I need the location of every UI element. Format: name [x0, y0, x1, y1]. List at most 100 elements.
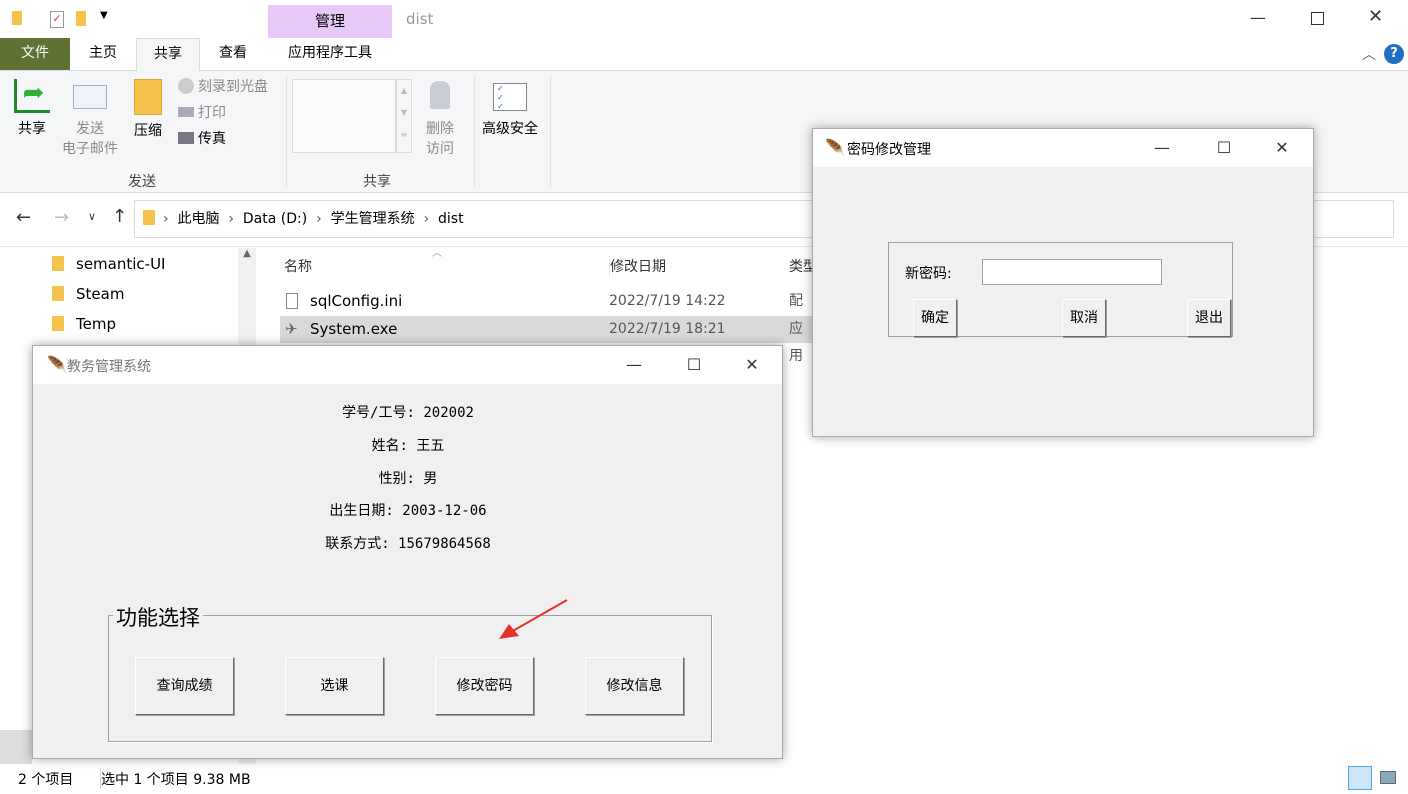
tab-file[interactable]: 文件: [0, 38, 70, 70]
breadcrumb-item[interactable]: dist: [438, 211, 464, 227]
fax-button[interactable]: 传真: [178, 129, 226, 149]
new-folder-icon[interactable]: [76, 11, 86, 26]
column-name[interactable]: 名称: [284, 256, 312, 276]
email-icon: [73, 85, 107, 109]
tab-share[interactable]: 共享: [136, 38, 200, 71]
main-window-title: 教务管理系统: [67, 359, 151, 375]
share-with-list[interactable]: [292, 79, 396, 153]
minimize-icon[interactable]: —: [1139, 129, 1185, 167]
recent-dropdown-icon[interactable]: ∨: [88, 210, 96, 223]
folder-icon: [52, 286, 64, 301]
status-item-count: 2 个项目: [18, 772, 74, 788]
up-icon[interactable]: ↑: [112, 206, 127, 227]
share-label: 共享: [18, 121, 46, 137]
password-frame: 新密码: 确定 取消 退出: [888, 242, 1233, 337]
tree-label: semantic-UI: [76, 255, 166, 273]
maximize-icon[interactable]: ☐: [671, 346, 717, 384]
breadcrumb-item[interactable]: Data (D:): [243, 211, 307, 227]
maximize-icon[interactable]: [1311, 12, 1324, 25]
remove-access-button[interactable]: 删除 访问: [418, 79, 462, 159]
close-icon[interactable]: ✕: [1259, 129, 1305, 167]
main-window-titlebar: 🪶 教务管理系统 — ☐ ✕: [33, 346, 782, 384]
file-row-selected[interactable]: ✈ System.exe 2022/7/19 18:21 应用: [280, 316, 812, 364]
student-birthdate: 出生日期: 2003-12-06: [329, 503, 487, 519]
lock-icon: [430, 81, 450, 109]
confirm-button[interactable]: 确定: [913, 299, 957, 337]
breadcrumb-item[interactable]: 学生管理系统: [331, 211, 415, 227]
zip-button[interactable]: 压缩: [126, 79, 170, 141]
tree-item-temp[interactable]: Temp: [52, 309, 116, 339]
burn-button[interactable]: 刻录到光盘: [178, 77, 268, 97]
tab-view[interactable]: 查看: [200, 38, 266, 70]
share-button[interactable]: ➦ 共享: [8, 79, 56, 139]
close-icon[interactable]: ✕: [729, 346, 775, 384]
minimize-icon[interactable]: —: [1250, 8, 1266, 27]
details-view-icon[interactable]: [1348, 766, 1372, 790]
folder-icon: [52, 256, 64, 271]
email-label-1: 发送: [76, 121, 104, 137]
folder-icon: [143, 210, 155, 225]
share-icon: ➦: [14, 79, 50, 113]
remove-label-1: 删除: [426, 121, 454, 137]
tree-item-semantic-ui[interactable]: semantic-UI: [52, 249, 165, 279]
zip-icon: [134, 79, 162, 115]
student-contact: 联系方式: 15679864568: [325, 536, 491, 552]
minimize-icon[interactable]: —: [611, 346, 657, 384]
annotation-arrow-icon: [499, 599, 568, 639]
group-send-label: 发送: [128, 174, 156, 190]
print-button[interactable]: 打印: [178, 103, 226, 123]
tree-label: Temp: [76, 315, 116, 333]
file-type: 应用: [789, 321, 803, 364]
forward-icon[interactable]: →: [54, 207, 69, 228]
remove-label-2: 访问: [426, 141, 454, 157]
course-selection-button[interactable]: 选课: [285, 657, 384, 715]
email-label-2: 电子邮件: [62, 141, 118, 157]
back-icon[interactable]: ←: [16, 207, 31, 228]
maximize-icon[interactable]: ☐: [1201, 129, 1247, 167]
tree-item-steam[interactable]: Steam: [52, 279, 124, 309]
sort-ascending-icon: ︿: [432, 248, 442, 259]
edit-info-button[interactable]: 修改信息: [585, 657, 684, 715]
explorer-titlebar: ✓ ▼ 管理 dist — ✕: [0, 0, 1408, 38]
password-dialog-title: 密码修改管理: [847, 142, 931, 158]
tree-label: Steam: [76, 285, 125, 303]
function-group-label: 功能选择: [113, 602, 203, 632]
window-title: dist: [406, 10, 434, 28]
collapse-ribbon-icon[interactable]: ︿: [1362, 44, 1376, 64]
properties-icon[interactable]: ✓: [50, 11, 64, 28]
file-row[interactable]: sqlConfig.ini 2022/7/19 14:22 配置: [280, 288, 812, 336]
column-date[interactable]: 修改日期: [609, 256, 666, 276]
breadcrumb-item[interactable]: 此电脑: [178, 211, 220, 227]
customize-dropdown-icon[interactable]: ▼: [100, 10, 108, 21]
student-gender: 性别: 男: [378, 471, 438, 487]
help-icon[interactable]: ?: [1384, 44, 1404, 64]
main-window: 🪶 教务管理系统 — ☐ ✕ 学号/工号: 202002 姓名: 王五 性别: …: [32, 345, 783, 759]
share-list-scrollbar[interactable]: ▲ ▼ ≡: [396, 79, 412, 153]
tab-home[interactable]: 主页: [70, 38, 136, 70]
folder-icon: [12, 11, 22, 25]
password-dialog-titlebar: 🪶 密码修改管理 — ☐ ✕: [813, 129, 1313, 167]
fax-icon: [178, 132, 194, 144]
checklist-icon: ✓ ✓ ✓: [493, 83, 527, 111]
email-button[interactable]: 发送 电子邮件: [58, 79, 122, 159]
query-grades-button[interactable]: 查询成绩: [135, 657, 234, 715]
tab-app-tools[interactable]: 应用程序工具: [268, 38, 392, 70]
zip-label: 压缩: [134, 123, 162, 139]
cancel-button[interactable]: 取消: [1062, 299, 1106, 337]
ini-file-icon: [286, 293, 298, 309]
status-selection: 选中 1 个项目 9.38 MB: [100, 769, 251, 789]
new-password-label: 新密码:: [905, 266, 952, 282]
exit-button[interactable]: 退出: [1187, 299, 1231, 337]
group-share-label: 共享: [363, 174, 391, 190]
fax-label: 传真: [198, 131, 226, 147]
feather-icon: 🪶: [47, 355, 67, 374]
new-password-input[interactable]: [982, 259, 1162, 285]
close-icon[interactable]: ✕: [1368, 6, 1383, 27]
change-password-button[interactable]: 修改密码: [435, 657, 534, 715]
file-date: 2022/7/19 18:21: [609, 321, 726, 337]
password-dialog: 🪶 密码修改管理 — ☐ ✕ 新密码: 确定 取消 退出: [812, 128, 1314, 437]
advanced-security-button[interactable]: ✓ ✓ ✓ 高级安全: [478, 79, 542, 139]
student-name: 姓名: 王五: [371, 438, 445, 454]
large-icons-view-icon[interactable]: [1380, 771, 1396, 784]
folder-icon: [52, 316, 64, 331]
